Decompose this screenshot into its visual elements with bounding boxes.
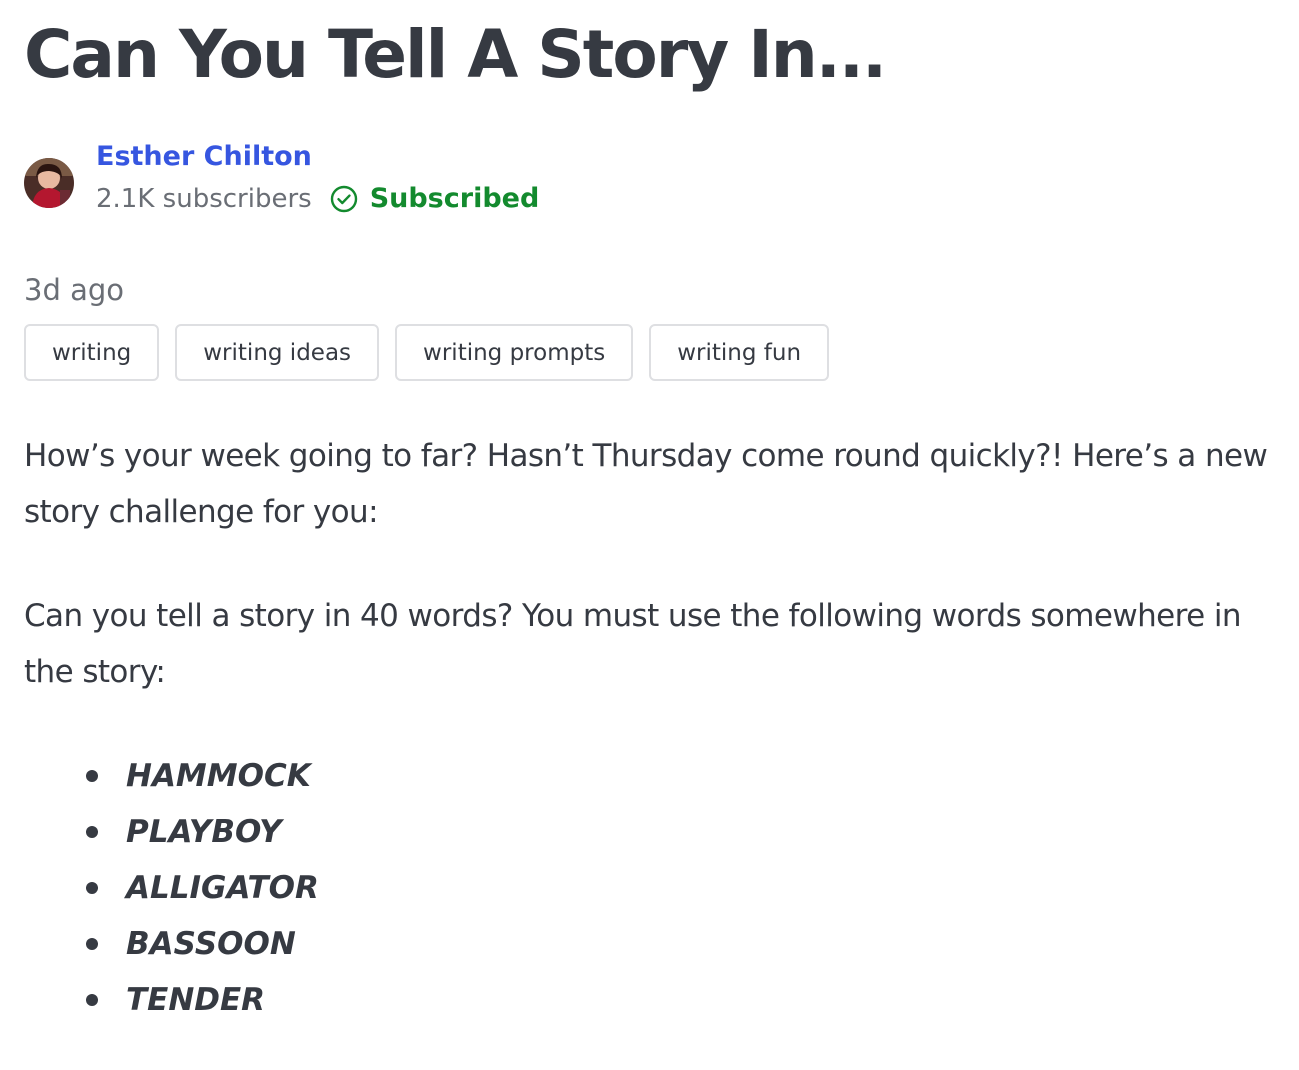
author-subscription-row: 2.1K subscribers Subscribed xyxy=(96,183,539,215)
tag-writing-fun[interactable]: writing fun xyxy=(649,324,830,381)
bullet-icon xyxy=(86,770,98,782)
required-word: ALLIGATOR xyxy=(126,870,319,906)
author-avatar[interactable] xyxy=(24,158,74,208)
post-title: Can You Tell A Story In... xyxy=(24,16,887,93)
tag-writing[interactable]: writing xyxy=(24,324,160,381)
author-name-link[interactable]: Esther Chilton xyxy=(96,141,539,173)
author-meta: Esther Chilton 2.1K subscribers Subscrib… xyxy=(96,141,539,215)
tag-writing-ideas[interactable]: writing ideas xyxy=(175,324,380,381)
required-word: BASSOON xyxy=(126,926,296,962)
bullet-icon xyxy=(86,826,98,838)
bullet-icon xyxy=(86,994,98,1006)
subscribed-label: Subscribed xyxy=(369,183,540,214)
required-word: PLAYBOY xyxy=(126,814,282,850)
challenge-paragraph: Can you tell a story in 40 words? You mu… xyxy=(24,598,1241,690)
required-word: TENDER xyxy=(126,982,266,1018)
author-photo-icon xyxy=(24,158,74,208)
subscribed-status[interactable]: Subscribed xyxy=(330,183,540,215)
list-item: TENDER xyxy=(86,972,319,1028)
required-word: HAMMOCK xyxy=(126,758,311,794)
intro-paragraph: How’s your week going to far? Hasn’t Thu… xyxy=(24,438,1268,530)
list-item: BASSOON xyxy=(86,916,319,972)
tag-writing-prompts[interactable]: writing prompts xyxy=(395,324,634,381)
subscriber-count: 2.1K subscribers xyxy=(96,184,312,214)
required-words-list: HAMMOCK PLAYBOY ALLIGATOR BASSOON TENDER xyxy=(86,748,319,1028)
list-item: PLAYBOY xyxy=(86,804,319,860)
author-block: Esther Chilton 2.1K subscribers Subscrib… xyxy=(24,140,539,230)
tag-list: writing writing ideas writing prompts wr… xyxy=(24,324,830,381)
post-date: 3d ago xyxy=(24,273,124,307)
check-circle-icon xyxy=(330,185,357,213)
bullet-icon xyxy=(86,938,98,950)
bullet-icon xyxy=(86,882,98,894)
list-item: ALLIGATOR xyxy=(86,860,319,916)
list-item: HAMMOCK xyxy=(86,748,319,804)
